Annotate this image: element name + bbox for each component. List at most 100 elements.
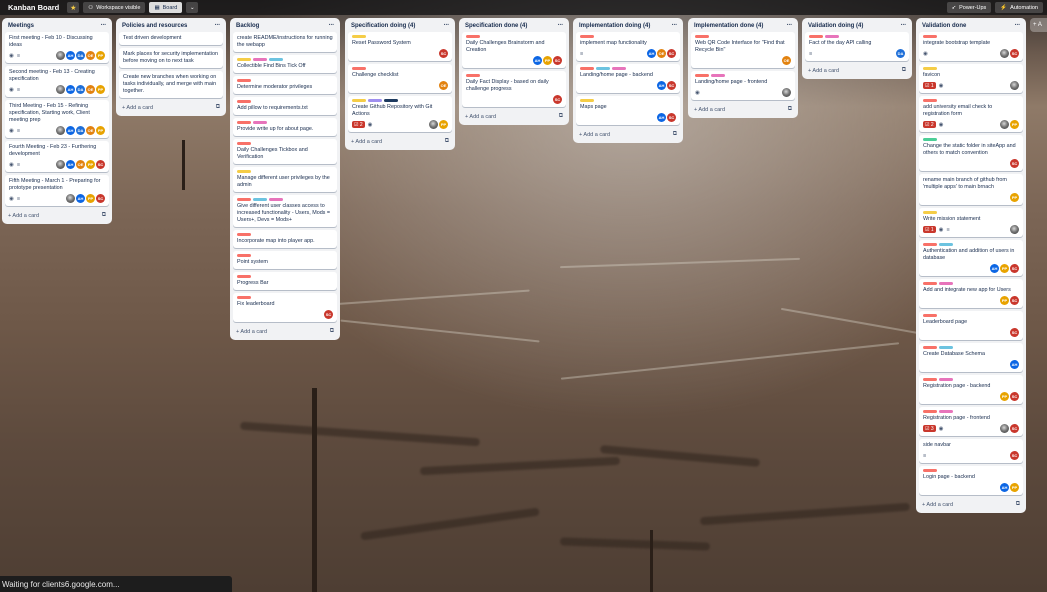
card[interactable]: Daily Fact Display - based on daily chal… (462, 71, 566, 107)
label-orange[interactable] (923, 314, 937, 317)
member-avatar[interactable]: SC (1010, 328, 1019, 337)
member-avatar[interactable]: AH (647, 49, 656, 58)
member-avatar[interactable]: OE (86, 51, 95, 60)
member-avatar[interactable]: PP (1010, 120, 1019, 129)
member-avatar[interactable]: AH (533, 56, 542, 65)
label-pink[interactable] (939, 410, 953, 413)
label-orange[interactable] (352, 67, 366, 70)
card-template-icon[interactable]: ⧉ (1016, 501, 1020, 508)
card[interactable]: add university email check to registrati… (919, 96, 1023, 132)
card[interactable]: First meeting - Feb 10 - Discussing idea… (5, 32, 109, 63)
member-avatar-photo[interactable] (1010, 81, 1019, 90)
card[interactable]: Web QR Code Interface for "Find that Rec… (691, 32, 795, 68)
powerups-button[interactable]: ➶ Power-Ups (946, 2, 992, 13)
add-card-button[interactable]: + Add a card ⧉ (119, 101, 223, 112)
label-pink[interactable] (269, 198, 283, 201)
label-orange[interactable] (923, 99, 937, 102)
more-icon[interactable]: ··· (787, 22, 793, 29)
label-pink[interactable] (825, 35, 839, 38)
label-pink[interactable] (253, 58, 267, 61)
card[interactable]: Create new branches when working on task… (119, 71, 223, 98)
card[interactable]: Change the static folder in siteApp and … (919, 135, 1023, 171)
member-avatar[interactable]: OE (76, 160, 85, 169)
label-pink[interactable] (612, 67, 626, 70)
more-icon[interactable]: ··· (101, 22, 107, 29)
member-avatar[interactable]: DA (76, 85, 85, 94)
label-green[interactable] (923, 138, 937, 141)
member-avatar[interactable]: AH (66, 85, 75, 94)
label-orange[interactable] (923, 243, 937, 246)
label-yellow[interactable] (923, 67, 937, 70)
member-avatar[interactable]: OE (439, 81, 448, 90)
member-avatar[interactable]: DA (76, 126, 85, 135)
card[interactable]: Third Meeting - Feb 15 - Refining specif… (5, 100, 109, 138)
card[interactable]: favicon ☑ 1 ◉ (919, 64, 1023, 93)
label-cyan[interactable] (269, 58, 283, 61)
add-card-button[interactable]: + Add a card ⧉ (233, 325, 337, 336)
label-orange[interactable] (695, 74, 709, 77)
member-avatar-photo[interactable] (56, 126, 65, 135)
member-avatar[interactable]: AH (657, 81, 666, 90)
label-orange[interactable] (237, 233, 251, 236)
label-yellow[interactable] (237, 58, 251, 61)
add-card-button[interactable]: + Add a card ⧉ (5, 209, 109, 220)
card[interactable]: side navbar ≡ SC (919, 439, 1023, 463)
card[interactable]: Registration page - frontend ☑ 3 ◉ SC (919, 407, 1023, 436)
label-orange[interactable] (237, 79, 251, 82)
label-yellow[interactable] (237, 170, 251, 173)
card[interactable]: Reset Password System SC (348, 32, 452, 61)
member-avatar-photo[interactable] (1000, 120, 1009, 129)
card[interactable]: Registration page - backend PP SC (919, 375, 1023, 404)
add-list-button[interactable]: + A (1030, 18, 1047, 32)
label-orange[interactable] (923, 469, 937, 472)
member-avatar[interactable]: PP (86, 160, 95, 169)
add-card-button[interactable]: + Add a card ⧉ (348, 135, 452, 146)
more-icon[interactable]: ··· (1015, 22, 1021, 29)
label-yellow[interactable] (352, 35, 366, 38)
card[interactable]: Incorporate map into player app. (233, 230, 337, 248)
label-orange[interactable] (923, 410, 937, 413)
card-template-icon[interactable]: ⧉ (788, 106, 792, 113)
member-avatar[interactable]: SC (439, 49, 448, 58)
more-icon[interactable]: ··· (672, 22, 678, 29)
member-avatar[interactable]: SC (1010, 392, 1019, 401)
card[interactable]: Point system (233, 251, 337, 269)
member-avatar[interactable]: PP (439, 120, 448, 129)
label-orange[interactable] (923, 346, 937, 349)
label-orange[interactable] (237, 142, 251, 145)
card[interactable]: Fix leaderboard SC (233, 293, 337, 322)
add-card-button[interactable]: + Add a card ⧉ (691, 103, 795, 114)
member-avatar[interactable]: SC (1010, 49, 1019, 58)
card[interactable]: Test driven development (119, 32, 223, 45)
card[interactable]: create README/instructions for running t… (233, 32, 337, 52)
list-title[interactable]: Implementation done (4) (694, 23, 763, 29)
card[interactable]: Fourth Meeting - Feb 23 - Furthering dev… (5, 141, 109, 172)
card[interactable]: Write mission statement ☑ 1 ◉ ≡ (919, 208, 1023, 237)
member-avatar[interactable]: OE (782, 56, 791, 65)
automation-button[interactable]: ⚡ Automation (995, 2, 1043, 13)
more-icon[interactable]: ··· (558, 22, 564, 29)
member-avatar[interactable]: SC (1010, 264, 1019, 273)
label-yellow[interactable] (923, 211, 937, 214)
member-avatar[interactable]: OE (86, 85, 95, 94)
add-card-button[interactable]: + Add a card ⧉ (462, 110, 566, 121)
card[interactable]: Add and integrate new app for Users PP SC (919, 279, 1023, 308)
card-template-icon[interactable]: ⧉ (102, 212, 106, 219)
board-title[interactable]: Kanban Board (4, 3, 63, 12)
more-icon[interactable]: ··· (901, 22, 907, 29)
label-orange[interactable] (237, 198, 251, 201)
label-pink[interactable] (253, 121, 267, 124)
member-avatar-photo[interactable] (1010, 225, 1019, 234)
member-avatar-photo[interactable] (56, 85, 65, 94)
card[interactable]: Create Database Schema AH (919, 343, 1023, 372)
member-avatar[interactable]: SC (667, 81, 676, 90)
card[interactable]: Fifth Meeting - March 1 - Preparing for … (5, 175, 109, 206)
member-avatar[interactable]: PP (1010, 193, 1019, 202)
member-avatar-photo[interactable] (56, 51, 65, 60)
member-avatar[interactable]: PP (1000, 392, 1009, 401)
member-avatar[interactable]: DA (76, 51, 85, 60)
label-orange[interactable] (237, 121, 251, 124)
label-orange[interactable] (237, 296, 251, 299)
member-avatar[interactable]: PP (1000, 296, 1009, 305)
view-switcher-button[interactable]: ⌄ (186, 2, 199, 13)
